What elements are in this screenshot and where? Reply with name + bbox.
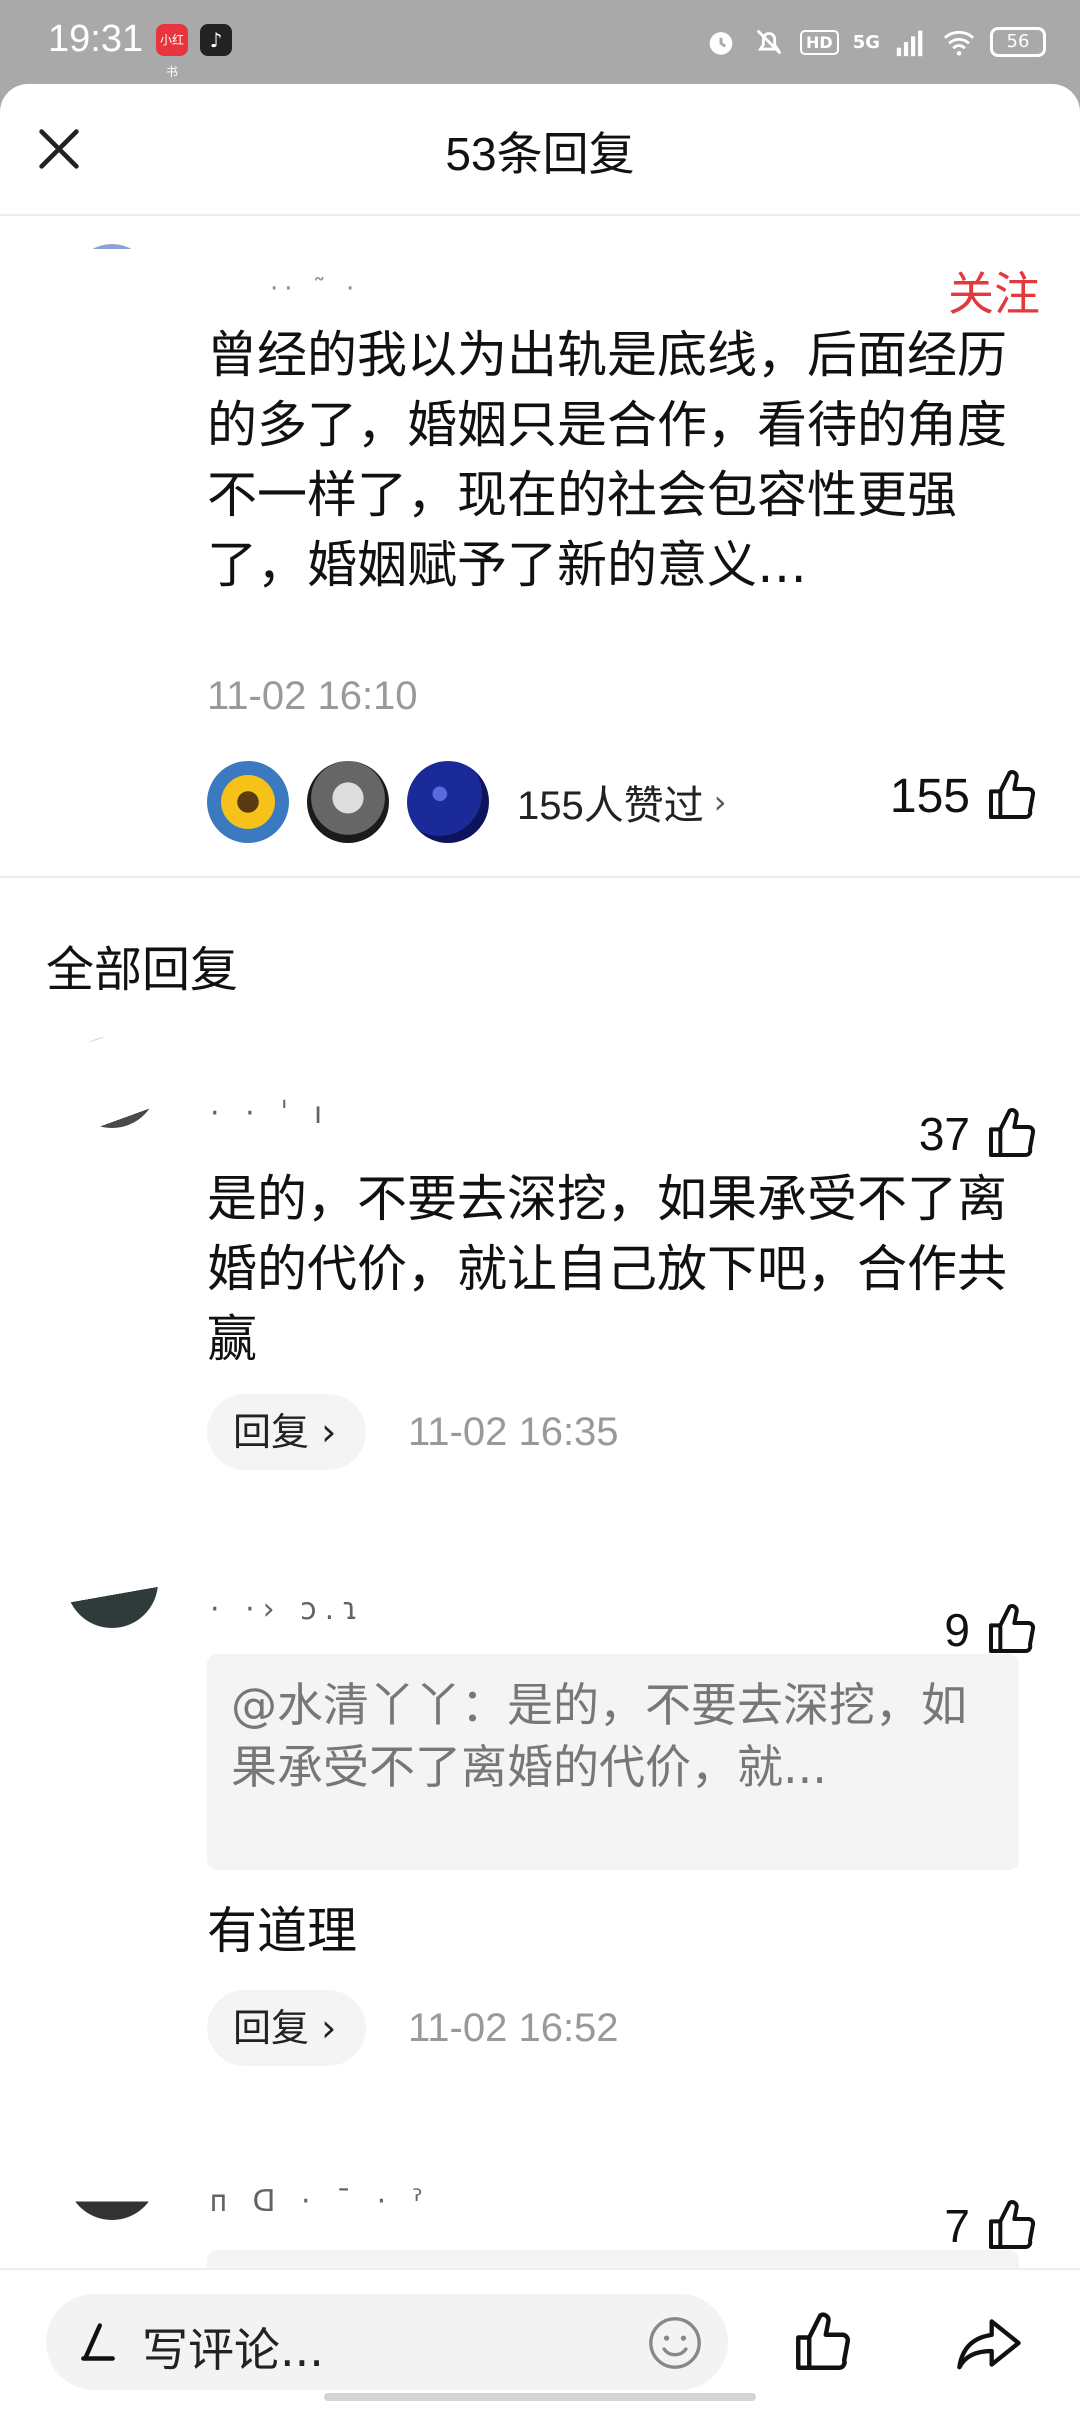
follow-button[interactable]: 关注 [948,258,1040,324]
avatar[interactable] [66,1036,158,1128]
xiaohongshu-app-icon: 小红书 [156,24,188,79]
like-button[interactable]: 7 [944,2198,1040,2254]
mute-bell-icon [756,29,782,55]
reply-time: 11-02 16:52 [408,2006,619,2050]
reply-button[interactable]: 回复 › [207,1394,367,1470]
avatar [207,761,289,843]
username[interactable]: · · ˈ ı [210,1096,330,1131]
avatar[interactable] [66,2128,158,2220]
douyin-app-icon: ♪ [200,24,232,56]
username[interactable]: · ·› ɔ.ɿ [210,1592,366,1627]
reply-text: 是的，不要去深挖，如果承受不了离婚的代价，就让自己放下吧，合作共赢 [207,1170,1007,1368]
like-count: 155 [889,769,970,823]
share-icon[interactable] [954,2310,1024,2376]
thumbs-up-icon [989,770,1035,819]
username[interactable]: ᴨ ꓷ · ˉ · ˀ [210,2184,431,2219]
status-time: 19:31 [48,18,144,60]
like-count: 7 [944,2200,970,2252]
hd-badge: HD [800,29,839,55]
avatar [407,761,489,843]
status-icons: HD 5G 56 [704,22,1046,62]
quoted-reply[interactable]: @水清丫丫：是的，不要去深挖，如果承受不了离婚的代价，就... [207,1654,1019,1870]
reply-button-label: 回复 [233,2006,310,2050]
main-comment-text: 曾经的我以为出轨是底线，后面经历的多了，婚姻只是合作，看待的角度不一样了，现在的… [207,326,1007,594]
comment-input[interactable]: 写评论... [46,2294,728,2390]
bottom-bar: 写评论... [0,2268,1080,2410]
comment-placeholder: 写评论... [142,2323,324,2377]
reply-text: 有道理 [207,1902,357,1960]
section-title: 全部回复 [46,942,239,998]
sheet-header: 53条回复 [0,84,1080,216]
like-count: 37 [918,1108,970,1160]
emoji-icon[interactable] [646,2314,704,2372]
wifi-icon [943,30,975,56]
like-button[interactable]: 37 [919,1106,1040,1162]
reply-time: 11-02 16:35 [408,1410,619,1454]
battery-icon: 56 [990,27,1046,57]
reply-button-label: 回复 [233,1410,310,1454]
main-like-button[interactable]: 155 [890,768,1040,824]
status-bar: 19:31 小红书 ♪ HD 5G 56 [0,0,1080,84]
like-count: 9 [944,1604,970,1656]
avatar [307,761,389,843]
divider [0,876,1080,878]
likers-label: 155人赞过 [517,784,704,828]
home-indicator[interactable] [324,2393,756,2401]
avatar[interactable] [66,1536,158,1628]
chevron-right-icon: › [321,1410,337,1454]
alarm-icon [709,32,733,55]
signal-icon [896,30,923,57]
like-button[interactable]: 9 [944,1602,1040,1658]
page-title: 53条回复 [445,128,635,180]
chevron-right-icon: › [321,2006,337,2050]
thumbs-up-icon [989,1604,1035,1653]
main-comment-time: 11-02 16:10 [207,674,418,718]
replies-sheet: 53条回复 ·· ˜ · 关注 曾经的我以为出轨是底线，后面经历的多了，婚姻只是… [0,84,1080,2408]
thumbs-up-icon [989,2200,1035,2249]
likers-row[interactable]: 155人赞过 › [207,760,727,844]
avatar[interactable] [72,244,152,324]
network-label: 5G [852,31,880,53]
reply-button[interactable]: 回复 › [207,1990,367,2066]
thumbs-up-icon [989,1108,1035,1157]
pen-icon [81,2323,115,2361]
chevron-right-icon: › [713,783,727,821]
thumbs-up-icon[interactable] [790,2310,856,2376]
username[interactable]: ·· ˜ · [270,274,360,304]
